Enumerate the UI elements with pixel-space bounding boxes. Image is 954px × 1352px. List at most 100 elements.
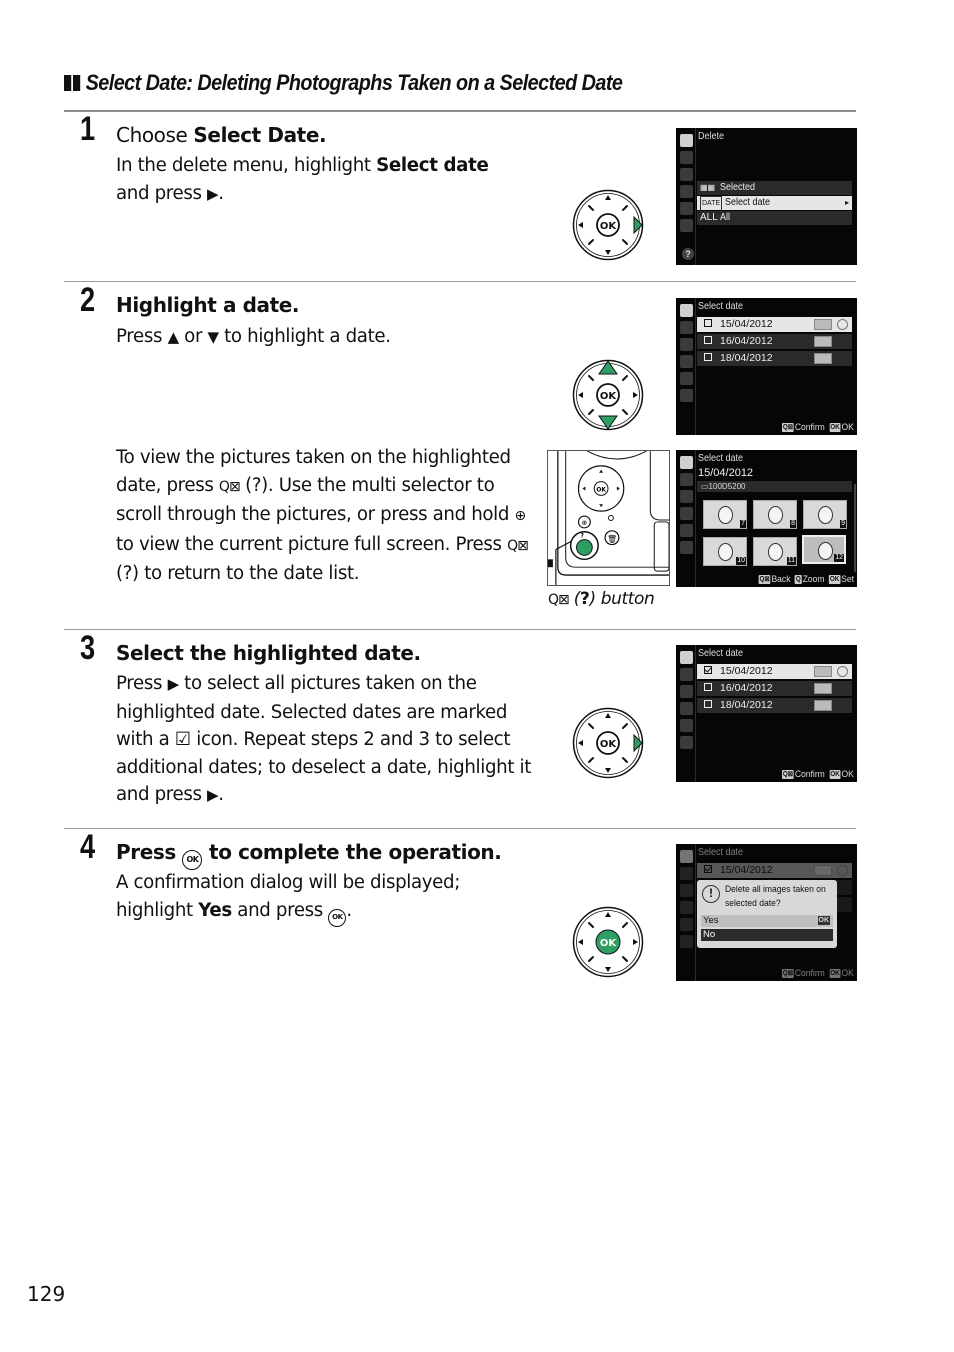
date-row[interactable]: 15/04/2012 (697, 664, 852, 679)
checkbox-icon (704, 319, 712, 327)
svg-text:?: ? (580, 534, 584, 540)
playback-icon (680, 134, 693, 147)
screen-title: Select date (698, 453, 744, 464)
camera-icon (680, 151, 693, 164)
checkbox-icon (704, 683, 712, 691)
submenu-arrow-icon: ▸ (844, 198, 849, 207)
svg-text:🗑: 🗑 (607, 535, 617, 544)
thumbnail-icon (814, 319, 832, 330)
thumbnail-icon (814, 700, 832, 711)
camera-screen-select-date-checked: Select date 15/04/2012 16/04/2012 18/04/… (676, 645, 857, 782)
dialog-option-no[interactable]: No (701, 929, 833, 941)
thumbnail-icon (814, 683, 832, 694)
retouch-icon (680, 202, 693, 215)
svg-text:OK: OK (596, 487, 606, 493)
step-3-body: Press ▶ to select all pictures taken on … (116, 673, 532, 805)
checkbox-icon (704, 353, 712, 361)
warning-icon: ! (702, 885, 720, 903)
step-1-body: In the delete menu, highlight Select dat… (116, 155, 489, 204)
zoom-out-button-highlighted (576, 539, 593, 556)
section-title-text: Select Date: Deleting Photographs Taken … (85, 70, 623, 95)
up-arrow-icon: ▲ (167, 328, 180, 346)
step-2-title: Highlight a date. (116, 293, 300, 317)
date-row: 15/04/2012 (697, 863, 852, 878)
thumbnail[interactable]: 9 (803, 500, 847, 529)
menu-sidebar (678, 134, 695, 236)
step-divider (64, 629, 856, 630)
screen-title: Select date (698, 847, 744, 858)
clock-icon (837, 666, 848, 677)
camera-back-illustration: OK ⊕ 🗑 ? (547, 450, 670, 586)
step-3-title: Select the highlighted date. (116, 641, 421, 665)
selected-grid-icon: ▦▦ (700, 183, 716, 192)
camera-screen-delete-menu: ? Delete ▦▦ Selected DATE Select date ▸ AL… (676, 128, 857, 265)
camera-screen-thumbnails: Select date 15/04/2012 ▭100D5200 7 8 9 1… (676, 450, 857, 587)
ok-button-icon: OK (182, 850, 203, 870)
thumbnail[interactable]: 10 (703, 537, 747, 566)
multi-selector-right-icon: OK (572, 189, 644, 261)
screen-title: Delete (698, 131, 725, 142)
thumbnail-icon (814, 666, 832, 677)
date-row[interactable]: 18/04/2012 (697, 698, 852, 713)
svg-text:OK: OK (600, 391, 618, 402)
date-row[interactable]: 16/04/2012 (697, 334, 852, 349)
thumbnail-icon (814, 865, 832, 876)
screen-footer: Q⊠ Back Q Zoom OK Set (758, 574, 854, 585)
svg-text:⊕: ⊕ (582, 519, 588, 527)
checkbox-icon (704, 700, 712, 708)
screen-title: Select date (698, 301, 744, 312)
step-divider (64, 281, 856, 282)
thumbnail-icon (814, 336, 832, 347)
zoom-out-thumbnail-icon: Q⊠ (507, 537, 529, 554)
right-arrow-icon: ▶ (207, 184, 219, 203)
screen-footer: Q⊠ Confirm OK OK (782, 968, 854, 979)
menu-item-selected[interactable]: ▦▦ Selected (697, 181, 852, 195)
step-4-title: Press OK to complete the operation. (116, 840, 502, 870)
ok-button-icon: OK (328, 908, 347, 927)
multi-selector-right-icon: OK (572, 707, 644, 779)
camera-screen-confirm-dialog: Select date 15/04/2012 ! Delete all imag… (676, 844, 857, 981)
step-3-number: 3 (80, 629, 96, 667)
multi-selector-ok-icon: OK (572, 906, 644, 978)
thumbnail[interactable]: 7 (703, 500, 747, 529)
date-row[interactable]: 18/04/2012 (697, 351, 852, 366)
camera-screen-select-date: Select date 15/04/2012 16/04/2012 18/04/… (676, 298, 857, 435)
step-4-body: A confirmation dialog will be displayed;… (116, 869, 536, 927)
menu-item-select-date[interactable]: DATE Select date ▸ (697, 196, 852, 212)
date-icon: DATE (700, 196, 723, 212)
screen-footer: Q⊠ Confirm OK OK (782, 422, 854, 433)
right-arrow-icon: ▶ (167, 675, 180, 693)
checked-box-icon (704, 865, 712, 873)
svg-text:OK: OK (600, 938, 618, 949)
thumbnail-icon (814, 353, 832, 364)
svg-text:OK: OK (600, 739, 618, 750)
zoom-out-thumbnail-icon: Q⊠ (548, 592, 570, 608)
thumbnail-selected[interactable]: 12 (802, 535, 846, 564)
step-2-number: 2 (80, 281, 96, 319)
zoom-out-thumbnail-icon: Q⊠ (218, 478, 241, 495)
checkbox-icon (704, 336, 712, 344)
recent-icon (680, 219, 693, 232)
step-1-number: 1 (80, 110, 96, 148)
step-divider (64, 828, 856, 829)
thumbnail-date: 15/04/2012 (698, 467, 754, 479)
step-4-number: 4 (80, 828, 96, 866)
pencil-icon (680, 168, 693, 181)
date-row[interactable]: 15/04/2012 (697, 317, 852, 332)
down-arrow-icon: ▼ (207, 328, 220, 346)
step-1-title: Choose Select Date. (116, 123, 327, 147)
date-row[interactable]: 16/04/2012 (697, 681, 852, 696)
thumbnail[interactable]: 11 (753, 537, 797, 566)
thumbnail[interactable]: 8 (753, 500, 797, 529)
dialog-option-yes[interactable]: Yes OK (701, 915, 833, 927)
wrench-icon (680, 185, 693, 198)
menu-item-all[interactable]: ALL All (697, 211, 852, 225)
help-icon: ? (682, 248, 694, 260)
camera-caption: Q⊠ (?) button (548, 589, 655, 609)
clock-icon (837, 319, 848, 330)
step-2-body: Press ▲ or ▼ to highlight a date. (116, 326, 391, 347)
folder-label: ▭100D5200 (697, 481, 852, 492)
section-divider (64, 110, 856, 112)
checked-box-icon: ☑ (174, 729, 191, 750)
step-2-extra-body: To view the pictures taken on the highli… (116, 447, 529, 584)
